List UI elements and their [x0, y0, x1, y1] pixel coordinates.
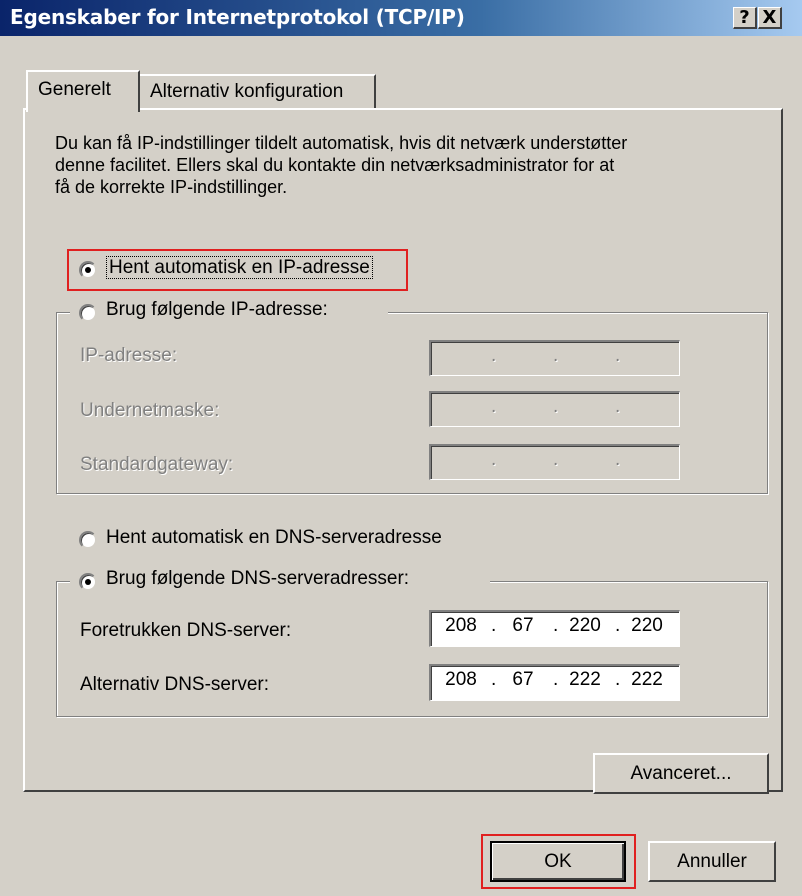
ip-address-label: IP-adresse: [80, 345, 178, 366]
octet-3[interactable]: 222 [565, 669, 605, 691]
preferred-dns-field[interactable]: 208 . 67 . 220 . 220 [429, 610, 680, 647]
description-line-1: Du kan få IP-indstillinger tildelt autom… [55, 133, 628, 153]
alternate-dns-field[interactable]: 208 . 67 . 222 . 222 [429, 664, 680, 701]
radio-manual-ip-label[interactable]: Brug følgende IP-adresse: [106, 299, 328, 321]
octet-separator: . [553, 396, 559, 417]
preferred-dns-label: Foretrukken DNS-server: [80, 620, 292, 641]
octet-separator: . [615, 449, 621, 470]
description-line-2: denne facilitet. Ellers skal du kontakte… [55, 155, 615, 175]
octet-separator: . [491, 345, 497, 366]
tab-generelt[interactable]: Generelt [26, 70, 140, 112]
radio-manual-ip[interactable] [79, 304, 97, 322]
octet-separator: . [491, 449, 497, 470]
octet-separator: . [615, 345, 621, 366]
subnet-mask-field: . . . [429, 391, 680, 427]
close-button[interactable]: X [758, 7, 782, 29]
octet-separator: . [491, 396, 497, 417]
octet-1[interactable]: 208 [441, 669, 481, 691]
octet-separator: . [553, 669, 559, 690]
gateway-field: . . . [429, 444, 680, 480]
help-button[interactable]: ? [733, 7, 757, 29]
highlight-ok [481, 834, 636, 889]
highlight-auto-ip [67, 249, 408, 291]
tab-alternativ-konfiguration[interactable]: Alternativ konfiguration [138, 74, 376, 110]
octet-separator: . [615, 615, 621, 636]
octet-separator: . [553, 449, 559, 470]
subnet-mask-label: Undernetmaske: [80, 400, 220, 421]
octet-separator: . [615, 396, 621, 417]
octet-2[interactable]: 67 [503, 669, 543, 691]
octet-separator: . [553, 615, 559, 636]
octet-4[interactable]: 220 [627, 615, 667, 637]
title-bar[interactable]: Egenskaber for Internetprotokol (TCP/IP)… [0, 0, 802, 36]
ip-address-field: . . . [429, 340, 680, 376]
octet-1[interactable]: 208 [441, 615, 481, 637]
octet-4[interactable]: 222 [627, 669, 667, 691]
description-line-3: få de korrekte IP-indstillinger. [55, 177, 288, 197]
alternate-dns-label: Alternativ DNS-server: [80, 674, 269, 695]
radio-dot [85, 579, 91, 585]
octet-separator: . [615, 669, 621, 690]
window-title: Egenskaber for Internetprotokol (TCP/IP) [10, 5, 465, 29]
gateway-label: Standardgateway: [80, 454, 234, 475]
radio-auto-dns[interactable] [79, 531, 97, 549]
cancel-button[interactable]: Annuller [648, 841, 776, 882]
octet-2[interactable]: 67 [503, 615, 543, 637]
radio-manual-dns-label[interactable]: Brug følgende DNS-serveradresser: [106, 568, 409, 590]
radio-manual-dns[interactable] [79, 573, 97, 591]
advanced-button[interactable]: Avanceret... [593, 753, 769, 794]
octet-3[interactable]: 220 [565, 615, 605, 637]
octet-separator: . [553, 345, 559, 366]
octet-separator: . [491, 669, 497, 690]
radio-auto-dns-label[interactable]: Hent automatisk en DNS-serveradresse [106, 527, 442, 549]
description-text: Du kan få IP-indstillinger tildelt autom… [55, 132, 755, 198]
octet-separator: . [491, 615, 497, 636]
